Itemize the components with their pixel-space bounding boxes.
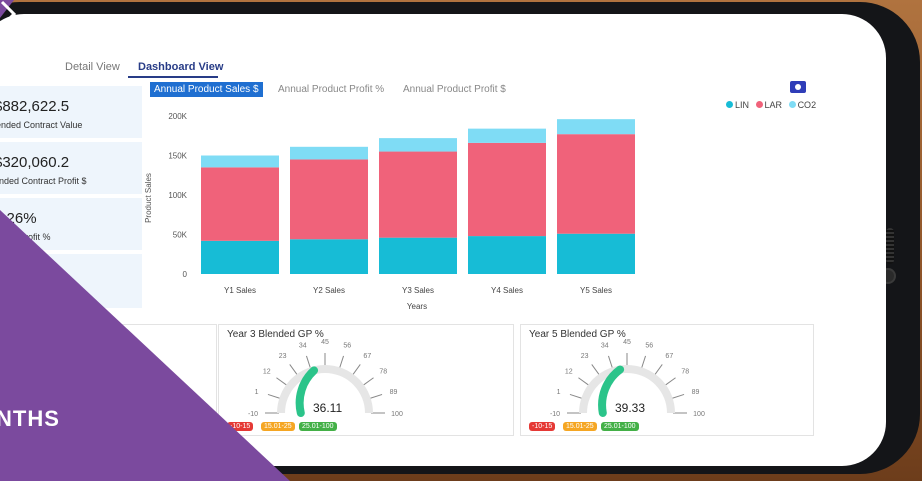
gauge-tick-label: 100 <box>391 411 403 418</box>
gauge-tick <box>663 377 676 387</box>
gauge-tick-label: 23 <box>581 353 589 360</box>
gauge-tick-label: 67 <box>363 353 371 360</box>
bar-segment-co2 <box>201 155 279 168</box>
bar-segment-lar <box>468 142 546 237</box>
chart-tab-profit-amt[interactable]: Annual Product Profit $ <box>403 84 506 95</box>
x-tick-label: Y2 Sales <box>313 286 345 295</box>
gauge-tick-label: 1 <box>557 389 561 396</box>
bar-segment-co2 <box>379 138 457 152</box>
tab-dashboard-view[interactable]: Dashboard View <box>138 61 223 73</box>
gauge-tick-label: 100 <box>693 411 705 418</box>
gauge-tick-label: 34 <box>601 343 609 350</box>
gauge-tick-label: 89 <box>692 389 700 396</box>
bar-segment-co2 <box>290 146 368 160</box>
kpi-value: $882,622.5 <box>0 98 70 115</box>
badge-low: -10-15 <box>529 422 556 431</box>
gauge-tick-label: 34 <box>299 343 307 350</box>
tab-detail-view[interactable]: Detail View <box>65 61 120 73</box>
gauge-tick <box>578 377 591 387</box>
active-tab-indicator <box>128 76 218 78</box>
kpi-card-value: $882,622.5 lended Contract Value <box>0 86 142 138</box>
bar-segment-lar <box>290 159 368 240</box>
corner-chevron-icon <box>0 0 17 28</box>
bar-segment-lar <box>557 134 635 234</box>
chart-tab-sales[interactable]: Annual Product Sales $ <box>150 82 263 97</box>
kpi-value: $320,060.2 <box>0 154 70 171</box>
view-tabs: Detail View Dashboard View <box>0 48 840 78</box>
gauge-tick-label: 78 <box>379 369 387 376</box>
gauge-tick <box>591 364 601 377</box>
chart-tab-profit-pct[interactable]: Annual Product Profit % <box>278 84 384 95</box>
bar-segment-lin <box>468 236 546 274</box>
gauge-tick-label: 45 <box>623 339 631 346</box>
gauge-tick-label: 12 <box>565 369 573 376</box>
y-tick-label: 150K <box>168 152 187 161</box>
gauge-card-year5: Year 5 Blended GP % -10 1 12 23 34 45 56 67 78 89… <box>520 324 814 436</box>
x-tick-label: Y3 Sales <box>402 286 434 295</box>
gauge-tick-label: 78 <box>681 369 689 376</box>
gauge-tick <box>653 364 663 377</box>
gauge-tick-label: 67 <box>665 353 673 360</box>
gauge-tick-label: 56 <box>645 343 653 350</box>
gauge-tick <box>361 377 374 387</box>
gauge-tick-label: 89 <box>390 389 398 396</box>
badge-high: 25.01-100 <box>601 422 639 431</box>
badge-mid: 15.01-25 <box>563 422 597 431</box>
gauge-tick-label: 45 <box>321 339 329 346</box>
gauge-dial: -10 1 12 23 34 45 56 67 78 89 100 <box>550 339 705 418</box>
bar-segment-co2 <box>468 128 546 143</box>
kpi-label: lended Contract Value <box>0 120 83 130</box>
bar-segment-lar <box>379 151 457 238</box>
badge-high: 25.01-100 <box>299 422 337 431</box>
gauge-tick <box>351 364 361 377</box>
gauge-value: 39.33 <box>615 401 646 415</box>
gauge-tick-label: 56 <box>343 343 351 350</box>
banner-shape <box>0 210 290 481</box>
x-tick-label: Y5 Sales <box>580 286 612 295</box>
bar-segment-lin <box>290 239 368 274</box>
x-axis-label: Years <box>407 302 427 311</box>
banner-text: NTHS <box>0 406 60 431</box>
speaker-grille-icon <box>886 228 894 264</box>
bar-segment-lin <box>557 233 635 274</box>
gauge-value: 36.11 <box>313 401 343 415</box>
x-tick-label: Y4 Sales <box>491 286 523 295</box>
bar-segment-lin <box>379 237 457 274</box>
bar-segment-co2 <box>557 119 635 135</box>
promo-banner <box>0 210 290 481</box>
camera-icon[interactable] <box>790 81 806 93</box>
y-tick-label: 200K <box>168 112 187 121</box>
gauge-tick-label: -10 <box>550 411 560 418</box>
